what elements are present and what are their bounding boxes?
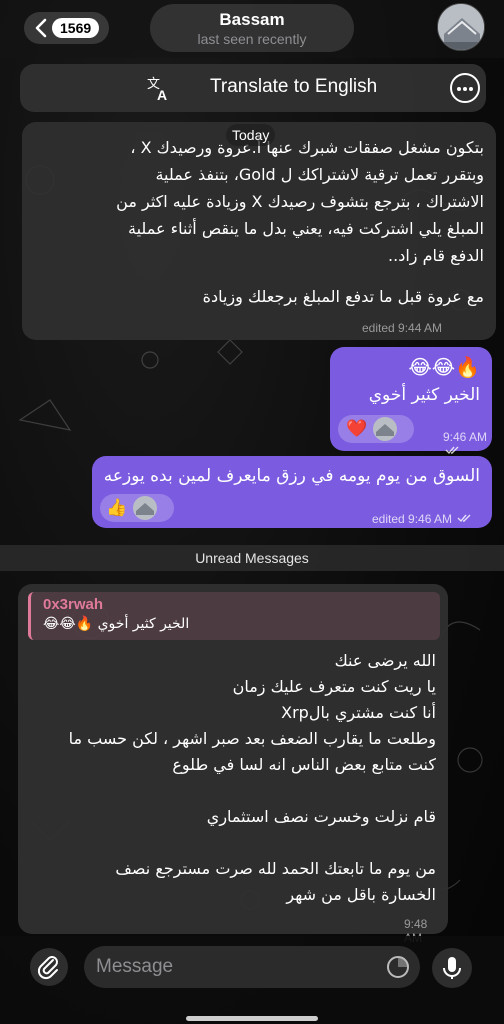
message-line: مع عروة قبل ما تدفع المبلغ برجعلك وزيادة — [202, 287, 484, 306]
message-incoming-2[interactable]: 0x3rwah الخير كثير أخوي 🔥😂😂 الله يرضى عن… — [18, 584, 448, 945]
reply-text: الخير كثير أخوي 🔥😂😂 — [43, 616, 190, 632]
chat-title[interactable]: Bassam last seen recently — [150, 4, 354, 52]
message-incoming-1[interactable]: بتكون مشغل صفقات شبرك عنها أ.عروة ورصيدك… — [22, 122, 496, 340]
message-input[interactable] — [96, 946, 376, 988]
reactor-avatar — [373, 417, 398, 441]
message-line: أنا كنت مشتري بالXrp — [281, 703, 436, 722]
last-seen-status: last seen recently — [197, 31, 307, 47]
message-time: 9:46 AM — [443, 430, 488, 444]
paperclip-icon — [37, 956, 58, 980]
chat-header: 1569 Bassam last seen recently — [0, 0, 504, 58]
message-line: المبلغ يلي اشتركت فيه، يعني بدل ما ينقص … — [128, 219, 484, 238]
message-line: وطلعت ما يقارب الضعف بعد صبر اشهر ، لكن … — [68, 729, 436, 748]
message-timestamp: 9:46 AM — [443, 430, 492, 458]
message-line: يا ريت كنت متعرف عليك زمان — [232, 677, 436, 696]
message-line: الله يرضى عنك — [334, 651, 436, 670]
reply-quote[interactable]: 0x3rwah الخير كثير أخوي 🔥😂😂 — [28, 592, 440, 640]
message-line: الدفع قام زاد.. — [388, 246, 484, 265]
message-timestamp: edited 9:44 AM — [362, 321, 443, 335]
message-text: السوق من يوم يومه في رزق مايعرف لمين بده… — [103, 466, 480, 486]
svg-text:A: A — [157, 87, 167, 102]
message-outgoing-2[interactable]: السوق من يوم يومه في رزق مايعرف لمين بده… — [92, 456, 492, 528]
reaction-pill[interactable]: ❤️ — [338, 415, 414, 443]
unread-count-badge: 1569 — [52, 18, 100, 38]
read-checkmarks-icon — [457, 514, 471, 523]
thumbs-up-reaction-icon: 👍 — [106, 498, 128, 518]
message-line: الخسارة باقل من شهر — [286, 885, 436, 904]
message-text: بتكون مشغل صفقات شبرك عنها أ.عروة ورصيدك… — [44, 134, 484, 310]
message-line: من يوم ما تابعتك الحمد لله صرت مسترجع نص… — [115, 859, 436, 878]
chevron-left-icon — [35, 18, 47, 38]
message-line: كنت متابع بعض الناس انه لسا في طلوع — [172, 755, 436, 774]
unread-messages-divider: Unread Messages — [0, 545, 504, 571]
microphone-icon — [443, 957, 461, 979]
reply-author: 0x3rwah — [43, 596, 104, 613]
home-indicator — [186, 1016, 318, 1021]
heart-reaction-icon: ❤️ — [346, 419, 368, 439]
message-composer — [0, 936, 504, 1024]
contact-name: Bassam — [219, 10, 285, 29]
message-text: الخير كثير أخوي — [368, 385, 480, 405]
reaction-pill[interactable]: 👍 — [100, 494, 174, 522]
message-line: الاشتراك ، بترجع بتشوف رصيدك X وزيادة عل… — [116, 192, 484, 211]
translate-icon: 文 A — [147, 77, 167, 102]
message-timestamp: edited 9:46 AM — [372, 512, 473, 526]
message-line: وبتقرر تعمل ترقية لاشتراكك ل Gold، بتنفذ… — [155, 165, 484, 184]
date-separator: Today — [226, 124, 276, 146]
avatar[interactable] — [437, 3, 485, 51]
message-line — [26, 830, 436, 856]
message-emoji: 😂😂🔥 — [408, 355, 480, 379]
chat-screen: 1569 Bassam last seen recently 文 A Trans… — [0, 0, 504, 1024]
translate-bar[interactable]: 文 A Translate to English — [20, 64, 486, 112]
attach-button[interactable] — [30, 948, 68, 986]
message-line — [44, 269, 484, 283]
message-line: قام نزلت وخسرت نصف استثماري — [206, 807, 436, 826]
avatar-image — [438, 4, 484, 50]
message-outgoing-1[interactable]: 😂😂🔥 الخير كثير أخوي ❤️ 9:46 AM — [330, 347, 492, 455]
back-button[interactable]: 1569 — [24, 12, 110, 44]
read-checkmarks-icon — [445, 446, 459, 455]
sticker-icon[interactable] — [386, 955, 410, 979]
message-edited-time: edited 9:46 AM — [372, 512, 453, 526]
message-text: الله يرضى عنك يا ريت كنت متعرف عليك زمان… — [26, 648, 436, 908]
more-options-icon[interactable] — [450, 73, 480, 103]
microphone-button[interactable] — [432, 948, 472, 988]
reactor-avatar — [133, 496, 158, 520]
message-field[interactable] — [84, 946, 420, 988]
translate-label: Translate to English — [210, 76, 378, 97]
message-line — [26, 778, 436, 804]
